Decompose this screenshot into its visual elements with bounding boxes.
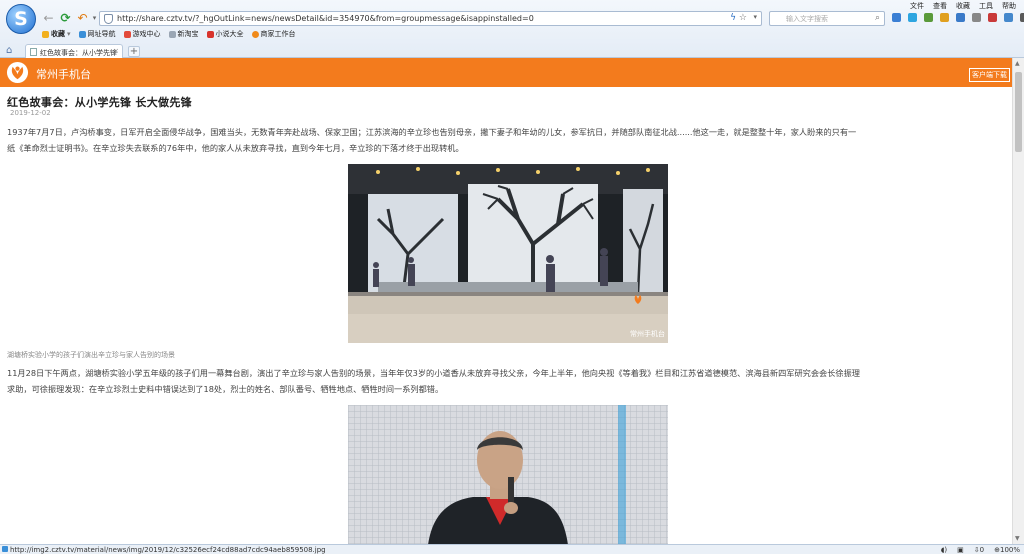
favorites-bar: 收藏 ▾ 网址导航 游戏中心 新淘宝 小说大全 商家工作台 (42, 29, 296, 39)
volume-icon[interactable]: ◖) (941, 546, 947, 554)
fav-games[interactable]: 游戏中心 (123, 29, 161, 39)
favorite-icon[interactable] (988, 13, 997, 22)
status-page-icon (2, 546, 8, 552)
tab-bar: ⌂ 红色故事会：从小学先锋 × + (0, 44, 1024, 58)
browser-toolbar: S 文件 查看 收藏 工具 帮助 ← ⟳ ↶ ▾ http://share.cz… (0, 0, 1024, 58)
page-content: 常州手机台 客户端下载 红色故事会：从小学先锋 长大做先锋 2019-12-02… (0, 58, 1012, 544)
menu-icon[interactable] (1020, 13, 1024, 22)
fav-merchant[interactable]: 商家工作台 (251, 29, 296, 39)
translate-icon[interactable] (940, 13, 949, 22)
reader-icon[interactable] (892, 13, 901, 22)
tab-title: 红色故事会：从小学先锋 (40, 49, 117, 57)
menu-file[interactable]: 文件 (910, 1, 924, 11)
star-icon[interactable]: ☆ (739, 13, 747, 23)
scrollbar-thumb[interactable] (1015, 72, 1022, 152)
game-icon (123, 30, 131, 38)
article-date: 2019-12-02 (10, 109, 51, 117)
home-icon[interactable]: ⌂ (6, 45, 12, 56)
new-tab-button[interactable]: + (128, 46, 140, 57)
address-dropdown-icon[interactable]: ▾ (753, 13, 757, 21)
lightning-icon[interactable]: ϟ (730, 13, 736, 23)
document-icon (168, 30, 176, 38)
fav-novels[interactable]: 小说大全 (206, 29, 244, 39)
tab-active[interactable]: 红色故事会：从小学先锋 × (25, 44, 123, 58)
fav-nav[interactable]: 网址导航 (78, 29, 116, 39)
download-icon[interactable] (956, 13, 965, 22)
camera-icon[interactable]: ▣ (957, 546, 964, 554)
shield-icon (104, 14, 113, 24)
grid-icon[interactable] (924, 13, 933, 22)
article-paragraph-2: 11月28日下午两点，湖塘桥实验小学五年级的孩子们用一幕舞台剧，演出了辛立珍与家… (7, 365, 1012, 397)
smile-icon (251, 30, 259, 38)
address-url[interactable]: http://share.cztv.tv/?_hgOutLink=news/ne… (117, 14, 534, 23)
status-bar: http://img2.cztv.tv/material/news/img/20… (0, 544, 1024, 554)
search-box[interactable]: 输入文字搜索 ⌕ (769, 11, 885, 26)
menu-tools[interactable]: 工具 (979, 1, 993, 11)
menu-view[interactable]: 查看 (933, 1, 947, 11)
back-arrow-icon[interactable]: ← (42, 12, 55, 25)
search-icon[interactable]: ⌕ (875, 13, 880, 23)
site-header: 常州手机台 客户端下载 (0, 58, 1012, 87)
site-logo-icon[interactable] (6, 61, 29, 84)
star-icon (42, 30, 49, 38)
paragraph-line: 11月28日下午两点，湖塘桥实验小学五年级的孩子们用一幕舞台剧，演出了辛立珍与家… (7, 368, 860, 378)
status-url: http://img2.cztv.tv/material/news/img/20… (10, 546, 326, 554)
article-title: 红色故事会：从小学先锋 长大做先锋 (7, 96, 192, 109)
browser-logo-icon[interactable]: S (6, 4, 36, 34)
refresh-icon[interactable]: ⟳ (59, 12, 72, 25)
download-count[interactable]: ⇩0 (974, 546, 984, 554)
scroll-up-icon[interactable]: ▲ (1015, 60, 1020, 67)
page-icon (30, 48, 37, 56)
status-right: ◖) ▣ ⇩0 ⊕100% (941, 546, 1020, 554)
menu-favorites[interactable]: 收藏 (956, 1, 970, 11)
book-icon (206, 30, 214, 38)
paragraph-line: 1937年7月7日，卢沟桥事变，日军开启全面侵华战争，国难当头，无数青年奔赴战场… (7, 127, 857, 137)
menu-bar: 文件 查看 收藏 工具 帮助 (910, 1, 1016, 11)
image-watermark: 常州手机台 (630, 329, 665, 338)
article-image-stage: 常州手机台 (348, 164, 668, 343)
app-store-icon[interactable] (1004, 13, 1013, 22)
globe-icon (78, 30, 86, 38)
fav-taobao[interactable]: 新淘宝 (168, 29, 199, 39)
history-icon[interactable] (972, 13, 981, 22)
paragraph-line: 纸《革命烈士证明书》。在辛立珍失去联系的76年中，他的家人从未放弃寻找，直到今年… (7, 143, 464, 153)
download-app-button[interactable]: 客户端下载 (969, 68, 1010, 82)
address-bar[interactable]: http://share.cztv.tv/?_hgOutLink=news/ne… (99, 11, 762, 26)
zoom-level[interactable]: ⊕100% (994, 546, 1020, 554)
search-input[interactable]: 输入文字搜索 (786, 14, 828, 24)
vertical-scrollbar[interactable]: ▲ ▼ (1012, 58, 1024, 544)
paragraph-line: 求助，可徐振理发现：在辛立珍烈士史料中错误达到了18处，烈士的姓名、部队番号、牺… (7, 384, 444, 394)
image-caption: 湖塘桥实验小学的孩子们演出辛立珍与家人告别的场景 (7, 351, 175, 359)
toolbar-icons (892, 13, 1024, 22)
site-name: 常州手机台 (36, 68, 91, 81)
fav-collect[interactable]: 收藏 ▾ (42, 29, 71, 39)
article-image-speaker (348, 405, 668, 544)
chevron-down-icon: ▾ (67, 30, 71, 38)
screenshot-icon[interactable] (908, 13, 917, 22)
close-icon[interactable]: × (113, 47, 119, 55)
article-paragraph-1: 1937年7月7日，卢沟桥事变，日军开启全面侵华战争，国难当头，无数青年奔赴战场… (7, 124, 1012, 156)
menu-help[interactable]: 帮助 (1002, 1, 1016, 11)
scroll-down-icon[interactable]: ▼ (1015, 535, 1020, 542)
